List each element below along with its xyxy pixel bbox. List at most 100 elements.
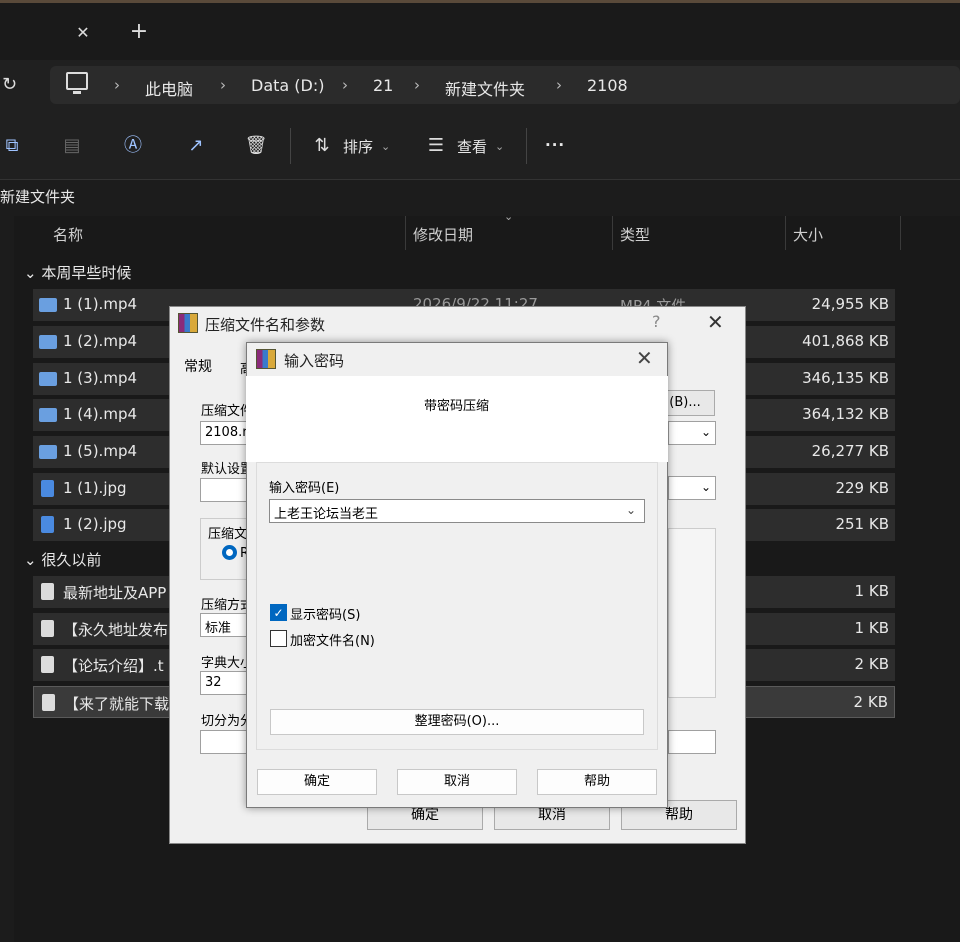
sort-icon[interactable]: ⇅ bbox=[310, 134, 334, 158]
file-name: 【永久地址发布 bbox=[63, 621, 169, 639]
password-input[interactable]: 上老王论坛当老王 bbox=[269, 499, 645, 523]
file-name: 1 (2).mp4 bbox=[63, 332, 138, 350]
more-icon[interactable]: ··· bbox=[545, 136, 565, 154]
column-divider bbox=[405, 216, 406, 250]
file-name: 1 (2).jpg bbox=[63, 515, 127, 533]
group-header-recent[interactable]: ⌄ 本周早些时候 bbox=[24, 262, 131, 283]
video-file-icon bbox=[39, 372, 57, 386]
view-icon[interactable]: ☰ bbox=[424, 134, 448, 158]
video-file-icon bbox=[39, 408, 57, 422]
file-size: 1 KB bbox=[854, 619, 889, 637]
file-size: 24,955 KB bbox=[811, 295, 889, 313]
chevron-down-icon: ⌄ bbox=[495, 140, 505, 153]
group-header-old[interactable]: ⌄ 很久以前 bbox=[24, 549, 101, 570]
text-file-icon bbox=[42, 694, 55, 711]
file-size: 401,868 KB bbox=[802, 332, 889, 350]
compression-method-field[interactable]: 标准 bbox=[200, 613, 250, 637]
chevron-right-icon: › bbox=[342, 76, 348, 94]
file-size: 229 KB bbox=[835, 479, 889, 497]
file-name: 1 (1).jpg bbox=[63, 479, 127, 497]
video-file-icon bbox=[39, 298, 57, 312]
column-divider bbox=[785, 216, 786, 250]
file-size: 251 KB bbox=[835, 515, 889, 533]
close-icon[interactable]: ✕ bbox=[636, 346, 653, 370]
rename-icon[interactable]: Ⓐ bbox=[121, 134, 145, 158]
toolbar-divider bbox=[290, 128, 291, 164]
new-tab-icon[interactable]: + bbox=[128, 20, 150, 44]
column-divider bbox=[900, 216, 901, 250]
show-password-label: 显示密码(S) bbox=[290, 608, 361, 623]
radio-rar[interactable] bbox=[222, 545, 237, 560]
winrar-icon bbox=[256, 349, 276, 369]
close-icon[interactable]: ✕ bbox=[707, 310, 724, 334]
tab-general[interactable]: 常规 bbox=[184, 356, 212, 376]
file-size: 346,135 KB bbox=[802, 369, 889, 387]
delete-icon[interactable]: 🗑 bbox=[244, 134, 268, 158]
column-type[interactable]: 类型 bbox=[620, 224, 650, 245]
breadcrumb-2108[interactable]: 2108 bbox=[587, 76, 628, 95]
encrypt-filenames-checkbox[interactable] bbox=[270, 630, 287, 647]
column-date[interactable]: 修改日期 bbox=[413, 224, 473, 245]
text-file-icon bbox=[41, 620, 54, 637]
password-dialog-subtitle: 带密码压缩 bbox=[424, 399, 490, 414]
archive-name-dropdown[interactable]: ⌄ bbox=[668, 421, 716, 445]
share-icon[interactable]: ↗ bbox=[184, 134, 208, 158]
toolbar-divider bbox=[526, 128, 527, 164]
view-button[interactable]: 查看 bbox=[457, 136, 487, 157]
group-label: 很久以前 bbox=[41, 551, 102, 569]
file-size: 1 KB bbox=[854, 582, 889, 600]
archive-format-label: 压缩文 bbox=[208, 527, 248, 542]
chevron-down-icon: ⌄ bbox=[24, 264, 42, 282]
file-size: 2 KB bbox=[853, 693, 888, 711]
tab-close-icon[interactable]: ✕ bbox=[72, 22, 94, 44]
split-volumes-field[interactable] bbox=[200, 730, 250, 754]
password-cancel-button[interactable]: 取消 bbox=[397, 769, 517, 795]
video-file-icon bbox=[39, 445, 57, 459]
chevron-down-icon: ⌄ bbox=[381, 140, 391, 153]
file-name: 最新地址及APP bbox=[63, 584, 167, 602]
chevron-down-icon[interactable]: ⌄ bbox=[626, 503, 636, 517]
computer-icon[interactable] bbox=[66, 72, 88, 94]
breadcrumb-this-pc[interactable]: 此电脑 bbox=[145, 76, 193, 100]
winrar-icon bbox=[178, 313, 198, 333]
image-file-icon bbox=[41, 516, 54, 533]
refresh-icon[interactable]: ↻ bbox=[2, 74, 24, 96]
chevron-right-icon: › bbox=[220, 76, 226, 94]
chevron-down-icon: ⌄ bbox=[24, 551, 42, 569]
password-dialog-header bbox=[246, 376, 668, 462]
folder-title-strip bbox=[0, 180, 960, 216]
file-name: 1 (1).mp4 bbox=[63, 295, 138, 313]
file-name: 1 (3).mp4 bbox=[63, 369, 138, 387]
password-label: 输入密码(E) bbox=[269, 481, 340, 496]
file-name: 1 (5).mp4 bbox=[63, 442, 138, 460]
image-file-icon bbox=[41, 480, 54, 497]
column-name[interactable]: 名称 bbox=[53, 224, 83, 245]
breadcrumb-21[interactable]: 21 bbox=[373, 76, 393, 95]
text-file-icon bbox=[41, 656, 54, 673]
window-top-strip bbox=[0, 0, 960, 3]
sort-button[interactable]: 排序 bbox=[343, 136, 373, 157]
copy-icon[interactable]: ⧉ bbox=[0, 134, 24, 158]
text-file-icon bbox=[41, 583, 54, 600]
chevron-down-icon: ⌄ bbox=[700, 425, 711, 439]
password-help-button[interactable]: 帮助 bbox=[537, 769, 657, 795]
help-icon[interactable]: ? bbox=[652, 312, 661, 331]
file-size: 26,277 KB bbox=[811, 442, 889, 460]
password-button-field[interactable] bbox=[668, 730, 716, 754]
show-password-checkbox[interactable]: ✓ bbox=[270, 604, 287, 621]
chevron-right-icon: › bbox=[414, 76, 420, 94]
paste-icon[interactable]: ▤ bbox=[60, 134, 84, 158]
breadcrumb-new-folder[interactable]: 新建文件夹 bbox=[445, 76, 525, 100]
organize-passwords-button[interactable]: 整理密码(O)... bbox=[270, 709, 644, 735]
folder-title: 新建文件夹 bbox=[0, 188, 76, 206]
file-name: 【论坛介绍】.t bbox=[63, 657, 164, 675]
breadcrumb-drive[interactable]: Data (D:) bbox=[251, 76, 324, 95]
password-ok-button[interactable]: 确定 bbox=[257, 769, 377, 795]
profiles-button[interactable] bbox=[200, 478, 250, 502]
archive-dialog-title: 压缩文件名和参数 bbox=[205, 316, 326, 334]
column-size[interactable]: 大小 bbox=[793, 224, 823, 245]
dictionary-size-field[interactable]: 32 bbox=[200, 671, 250, 695]
update-mode-dropdown[interactable]: ⌄ bbox=[668, 476, 716, 500]
chevron-right-icon: › bbox=[556, 76, 562, 94]
file-size: 364,132 KB bbox=[802, 405, 889, 423]
